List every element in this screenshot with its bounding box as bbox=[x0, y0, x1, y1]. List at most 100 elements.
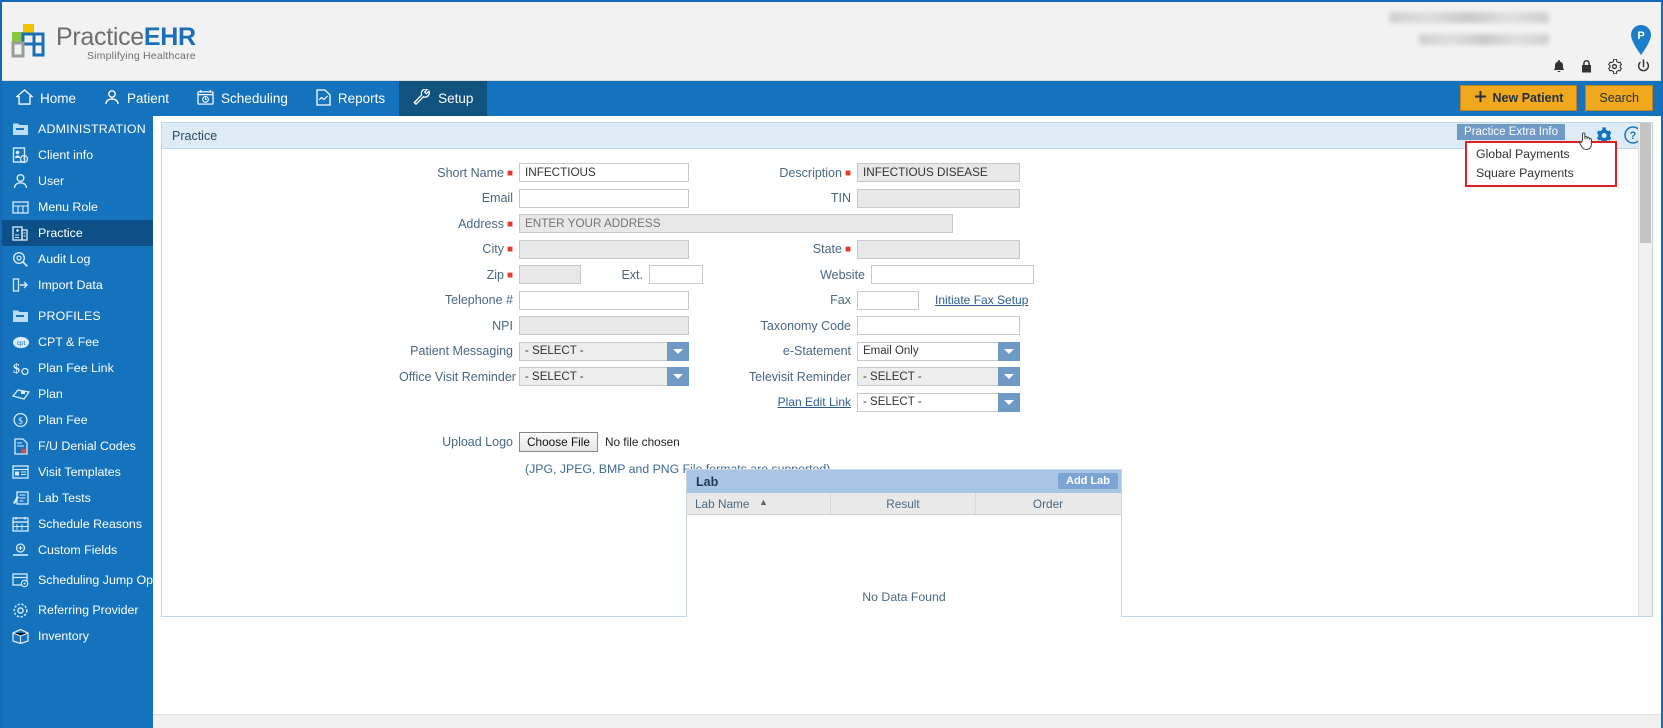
nav-item-patient[interactable]: Patient bbox=[90, 81, 183, 116]
lock-icon[interactable] bbox=[1580, 59, 1593, 74]
chevron-down-icon[interactable] bbox=[998, 367, 1020, 386]
search-button[interactable]: Search bbox=[1585, 85, 1653, 111]
plan-edit-link[interactable]: Plan Edit Link bbox=[778, 395, 851, 409]
report-icon bbox=[316, 88, 331, 109]
nav-label-home: Home bbox=[40, 91, 77, 106]
user-practice-blurred bbox=[1419, 34, 1549, 45]
taxonomy-code-input[interactable] bbox=[857, 316, 1020, 335]
patient-messaging-select[interactable]: - SELECT - bbox=[519, 341, 689, 361]
sidebar-label: Practice bbox=[38, 226, 83, 240]
brand-name-prefix: Practice bbox=[56, 23, 144, 51]
chevron-down-icon[interactable] bbox=[667, 341, 689, 361]
gear-icon[interactable] bbox=[1607, 59, 1622, 74]
empty-state-message: No Data Found bbox=[862, 590, 946, 604]
panel-vertical-scrollbar[interactable] bbox=[1638, 123, 1652, 616]
new-patient-button[interactable]: New Patient bbox=[1459, 85, 1578, 111]
column-header-order[interactable]: Order bbox=[976, 493, 1120, 514]
chevron-down-icon[interactable] bbox=[998, 392, 1020, 412]
page-body: ADMINISTRATION Client info User Menu Rol… bbox=[2, 116, 1661, 728]
schedule-reasons-icon bbox=[11, 515, 30, 534]
short-name-input[interactable] bbox=[519, 163, 689, 182]
svg-text:$: $ bbox=[18, 416, 23, 426]
sidebar-item-cpt-fee[interactable]: cpt CPT & Fee bbox=[2, 329, 153, 355]
sidebar-item-custom-fields[interactable]: Custom Fields bbox=[2, 537, 153, 563]
sidebar-item-inventory[interactable]: Inventory bbox=[2, 623, 153, 649]
ext-input[interactable] bbox=[649, 265, 703, 284]
required-marker: ■ bbox=[844, 167, 851, 179]
form-row-npi-taxonomy: NPI Taxonomy Code bbox=[399, 316, 1415, 335]
city-input[interactable] bbox=[519, 239, 689, 259]
sidebar-label: Inventory bbox=[38, 629, 89, 643]
bell-icon[interactable] bbox=[1552, 59, 1566, 74]
state-input[interactable] bbox=[857, 239, 1020, 259]
description-input[interactable] bbox=[857, 163, 1020, 182]
sidebar-label: Scheduling Jump Option bbox=[38, 573, 153, 587]
lab-tests-icon bbox=[11, 489, 30, 508]
practice-extra-info-menu: Global Payments Square Payments bbox=[1465, 141, 1617, 187]
label-description: Description ■ bbox=[779, 165, 851, 180]
npi-input[interactable] bbox=[519, 316, 689, 335]
home-icon bbox=[15, 89, 34, 108]
sidebar-item-client-info[interactable]: Client info bbox=[2, 142, 153, 168]
menu-role-icon bbox=[11, 198, 30, 217]
email-input[interactable] bbox=[519, 188, 689, 208]
sidebar-label: Plan Fee bbox=[38, 413, 88, 427]
sidebar-item-lab-tests[interactable]: Lab Tests bbox=[2, 485, 153, 511]
sidebar-label: CPT & Fee bbox=[38, 335, 100, 349]
sidebar-item-schedule-reasons[interactable]: Schedule Reasons bbox=[2, 511, 153, 537]
scrollbar-thumb[interactable] bbox=[1640, 123, 1651, 243]
column-header-lab-name[interactable]: Lab Name ▲ bbox=[687, 493, 831, 514]
panel-body: Short Name■ Description■ Email bbox=[162, 149, 1652, 617]
sidebar-item-plan-fee[interactable]: $ Plan Fee bbox=[2, 407, 153, 433]
practice-panel: Practice ? Practice Extra Info Global Pa… bbox=[161, 122, 1653, 617]
plan-fee-link-icon: $ bbox=[11, 359, 30, 378]
required-marker: ■ bbox=[844, 244, 851, 256]
column-header-result[interactable]: Result bbox=[831, 493, 976, 514]
sidebar-item-import-data[interactable]: Import Data bbox=[2, 272, 153, 298]
sidebar-item-plan[interactable]: Plan bbox=[2, 381, 153, 407]
sidebar-item-fu-denial-codes[interactable]: F/U Denial Codes bbox=[2, 433, 153, 459]
sidebar-group-profiles[interactable]: PROFILES bbox=[2, 303, 153, 329]
website-input[interactable] bbox=[871, 265, 1034, 284]
power-icon[interactable] bbox=[1636, 59, 1651, 74]
nav-item-home[interactable]: Home bbox=[2, 81, 90, 116]
add-lab-button[interactable]: Add Lab bbox=[1058, 473, 1118, 489]
nav-item-setup[interactable]: Setup bbox=[399, 81, 488, 116]
sidebar-label: Lab Tests bbox=[38, 491, 91, 505]
lab-table-header: Lab Add Lab bbox=[687, 470, 1121, 493]
office-visit-reminder-select[interactable]: - SELECT - bbox=[519, 367, 689, 386]
location-pin-icon[interactable]: P bbox=[1629, 24, 1653, 56]
plan-edit-link-select[interactable]: - SELECT - bbox=[857, 392, 1020, 412]
sidebar-label: Visit Templates bbox=[38, 465, 121, 479]
sidebar-item-referring-provider[interactable]: Referring Provider bbox=[2, 597, 153, 623]
practice-ehr-logo-icon bbox=[10, 22, 52, 62]
lab-table-title: Lab bbox=[696, 474, 719, 489]
nav-item-reports[interactable]: Reports bbox=[302, 81, 399, 116]
brand-logo[interactable]: PracticeEHR Simplifying Healthcare bbox=[10, 22, 196, 62]
zip-input[interactable] bbox=[519, 265, 581, 284]
file-status-text: No file chosen bbox=[604, 434, 680, 449]
sidebar-group-administration[interactable]: ADMINISTRATION bbox=[2, 116, 153, 142]
horizontal-scrollbar[interactable] bbox=[153, 714, 1661, 728]
wrench-icon bbox=[413, 87, 431, 109]
sidebar-item-practice[interactable]: Practice bbox=[2, 220, 153, 246]
sidebar-item-menu-role[interactable]: Menu Role bbox=[2, 194, 153, 220]
person-icon bbox=[104, 89, 120, 108]
choose-file-button[interactable]: Choose File bbox=[519, 431, 598, 452]
sidebar-item-visit-templates[interactable]: Visit Templates bbox=[2, 459, 153, 485]
sidebar-item-user[interactable]: User bbox=[2, 168, 153, 194]
initiate-fax-setup-link[interactable]: Initiate Fax Setup bbox=[935, 293, 1028, 307]
address-input[interactable] bbox=[519, 214, 953, 233]
fax-input[interactable] bbox=[857, 290, 919, 310]
sidebar-item-audit-log[interactable]: Audit Log bbox=[2, 246, 153, 272]
nav-item-scheduling[interactable]: Scheduling bbox=[183, 81, 302, 116]
chevron-down-icon[interactable] bbox=[667, 367, 689, 386]
chevron-down-icon[interactable] bbox=[998, 341, 1020, 361]
televisit-reminder-select[interactable]: - SELECT - bbox=[857, 367, 1020, 386]
sidebar-item-plan-fee-link[interactable]: $ Plan Fee Link bbox=[2, 355, 153, 381]
e-statement-select[interactable]: Email Only bbox=[857, 341, 1020, 361]
sidebar-item-scheduling-jump-option[interactable]: Scheduling Jump Option bbox=[2, 563, 153, 597]
tin-input[interactable] bbox=[857, 188, 1020, 208]
menu-item-square-payments[interactable]: Square Payments bbox=[1467, 164, 1615, 183]
telephone-input[interactable] bbox=[519, 290, 689, 310]
